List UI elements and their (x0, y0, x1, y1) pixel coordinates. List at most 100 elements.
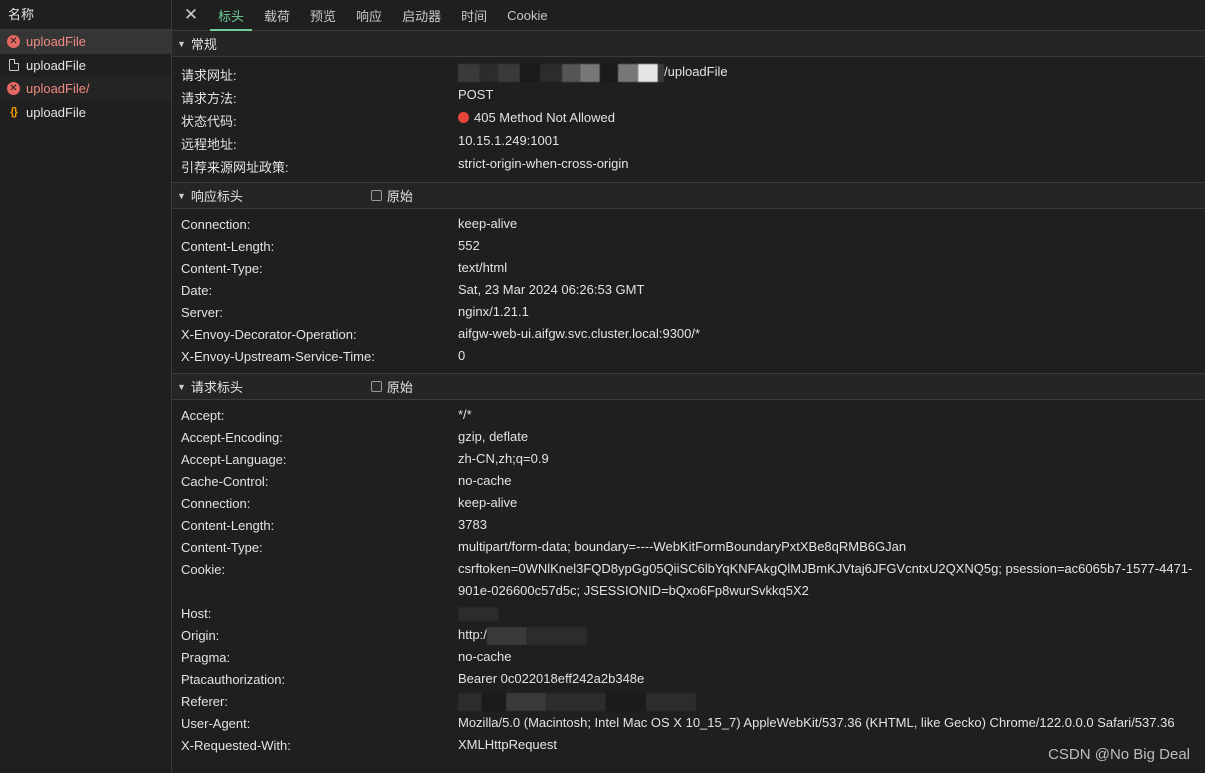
origin-value: http:/ (458, 627, 487, 642)
header-value: nginx/1.21.1 (458, 304, 529, 319)
redacted-block (458, 606, 498, 621)
header-value (458, 602, 1193, 624)
tab-cookies[interactable]: Cookie (497, 0, 557, 30)
header-key: X-Envoy-Decorator-Operation: (181, 327, 357, 342)
status-code: 405 Method Not Allowed (474, 110, 615, 125)
header-value: http:/ (458, 624, 1193, 646)
general-section-header[interactable]: ▼ 常规 (172, 31, 1205, 57)
header-key: 请求网址: (181, 68, 237, 83)
header-key: Origin: (181, 628, 220, 643)
header-row: Pragma: no-cache (172, 646, 1205, 668)
header-value: 552 (458, 238, 480, 253)
redacted-block (480, 63, 498, 82)
header-row: Referer: (172, 690, 1205, 712)
header-value: aifgw-web-ui.aifgw.svc.cluster.local:930… (458, 326, 701, 341)
header-key: User-Agent: (181, 716, 251, 731)
tab-headers[interactable]: 标头 (208, 0, 254, 31)
request-item[interactable]: {} uploadFile (0, 101, 171, 125)
header-row: 远程地址: 10.15.1.249:1001 (172, 130, 1205, 153)
header-row: Host: (172, 602, 1205, 624)
redacted-block (658, 63, 664, 82)
request-name: uploadFile (26, 104, 86, 120)
watermark: CSDN @No Big Deal (1048, 746, 1190, 763)
redacted-block (606, 692, 646, 711)
header-value: 3783 (458, 517, 487, 532)
raw-toggle[interactable]: 原始 (370, 186, 413, 205)
header-row: Content-Type: text/html (172, 257, 1205, 279)
raw-checkbox[interactable] (370, 381, 382, 392)
request-item[interactable]: ✕ uploadFile/ (0, 77, 171, 101)
request-name: uploadFile (26, 34, 86, 50)
response-headers-section-header[interactable]: ▼ 响应标头 原始 (172, 183, 1205, 209)
redacted-block (580, 63, 600, 82)
redacted-block (486, 626, 527, 645)
tab-timing[interactable]: 时间 (451, 0, 497, 30)
header-value: Mozilla/5.0 (Macintosh; Intel Mac OS X 1… (458, 715, 1175, 730)
header-row: Connection: keep-alive (172, 213, 1205, 235)
redacted-block (600, 63, 618, 82)
request-url: /uploadFile (664, 64, 728, 79)
tab-preview[interactable]: 预览 (300, 0, 346, 30)
header-key: Host: (181, 606, 212, 621)
redacted-block (458, 63, 480, 82)
header-key: Cookie: (181, 562, 226, 577)
header-row: X-Envoy-Decorator-Operation: aifgw-web-ui… (172, 323, 1205, 345)
raw-label: 原始 (386, 189, 413, 204)
triangle-down-icon: ▼ (177, 190, 186, 201)
request-headers-section-header[interactable]: ▼ 请求标头 原始 (172, 374, 1205, 400)
redacted-block (458, 692, 482, 711)
header-key: Ptacauthorization: (181, 672, 286, 687)
header-value: /uploadFile (458, 61, 1193, 83)
raw-toggle[interactable]: 原始 (370, 377, 413, 396)
request-item[interactable]: uploadFile (0, 54, 171, 78)
redacted-block (498, 63, 520, 82)
header-row: Date: Sat, 23 Mar 2024 06:26:53 GMT (172, 279, 1205, 301)
header-row: X-Envoy-Upstream-Service-Time: 0 (172, 345, 1205, 367)
header-value: 405 Method Not Allowed (458, 107, 1193, 129)
header-value: keep-alive (458, 216, 518, 231)
header-value: keep-alive (458, 495, 518, 510)
error-icon: ✕ (7, 35, 20, 49)
detail-tabs: ✕ 标头 载荷 预览 响应 启动器 时间 Cookie (172, 0, 1205, 31)
header-key: Accept: (181, 408, 225, 423)
document-icon (7, 59, 20, 72)
header-row: Content-Type: multipart/form-data; bounda… (172, 536, 1205, 558)
raw-checkbox[interactable] (370, 190, 382, 201)
header-row: Origin: http:/ (172, 624, 1205, 646)
section-title: 常规 (190, 37, 217, 52)
header-row: Ptacauthorization: Bearer 0c022018eff242a… (172, 668, 1205, 690)
header-row: 状态代码: 405 Method Not Allowed (172, 107, 1205, 130)
status-error-icon (458, 112, 469, 123)
header-row: 引荐来源网址政策: strict-origin-when-cross-origi… (172, 153, 1205, 176)
request-details: ✕ 标头 载荷 预览 响应 启动器 时间 Cookie ▼ 常规 请求网址: /… (172, 0, 1205, 773)
devtools-network-panel: 名称 ✕ uploadFile uploadFile ✕ uploadFile/… (0, 0, 1205, 773)
redacted-block (482, 692, 506, 711)
header-value: text/html (458, 260, 508, 275)
header-key: X-Envoy-Upstream-Service-Time: (181, 349, 375, 364)
section-title: 响应标头 (190, 189, 243, 204)
header-value: multipart/form-data; boundary=----WebKit… (458, 539, 907, 554)
header-value: strict-origin-when-cross-origin (458, 156, 629, 171)
request-name: uploadFile (26, 57, 86, 73)
header-key: 引荐来源网址政策: (181, 160, 289, 175)
header-value: gzip, deflate (458, 429, 529, 444)
tab-initiator[interactable]: 启动器 (392, 0, 451, 30)
header-key: Pragma: (181, 650, 231, 665)
header-row: Accept-Encoding: gzip, deflate (172, 426, 1205, 448)
header-key: Content-Type: (181, 261, 263, 276)
header-value: csrftoken=0WNlKnel3FQD8ypGg05QiiSC6lbYqK… (458, 561, 1193, 598)
tab-payload[interactable]: 载荷 (254, 0, 300, 30)
request-item[interactable]: ✕ uploadFile (0, 30, 171, 54)
header-value: zh-CN,zh;q=0.9 (458, 451, 549, 466)
header-key: Cache-Control: (181, 474, 269, 489)
header-key: 请求方法: (181, 91, 237, 106)
request-name: uploadFile/ (26, 81, 90, 97)
request-list-header[interactable]: 名称 (0, 0, 171, 30)
tab-response[interactable]: 响应 (346, 0, 392, 30)
header-value: no-cache (458, 473, 512, 488)
close-icon[interactable]: ✕ (182, 0, 200, 30)
header-row: 请求网址: /uploadFile (172, 61, 1205, 84)
header-key: Content-Type: (181, 540, 263, 555)
header-value: 10.15.1.249:1001 (458, 133, 560, 148)
raw-label: 原始 (386, 380, 413, 395)
